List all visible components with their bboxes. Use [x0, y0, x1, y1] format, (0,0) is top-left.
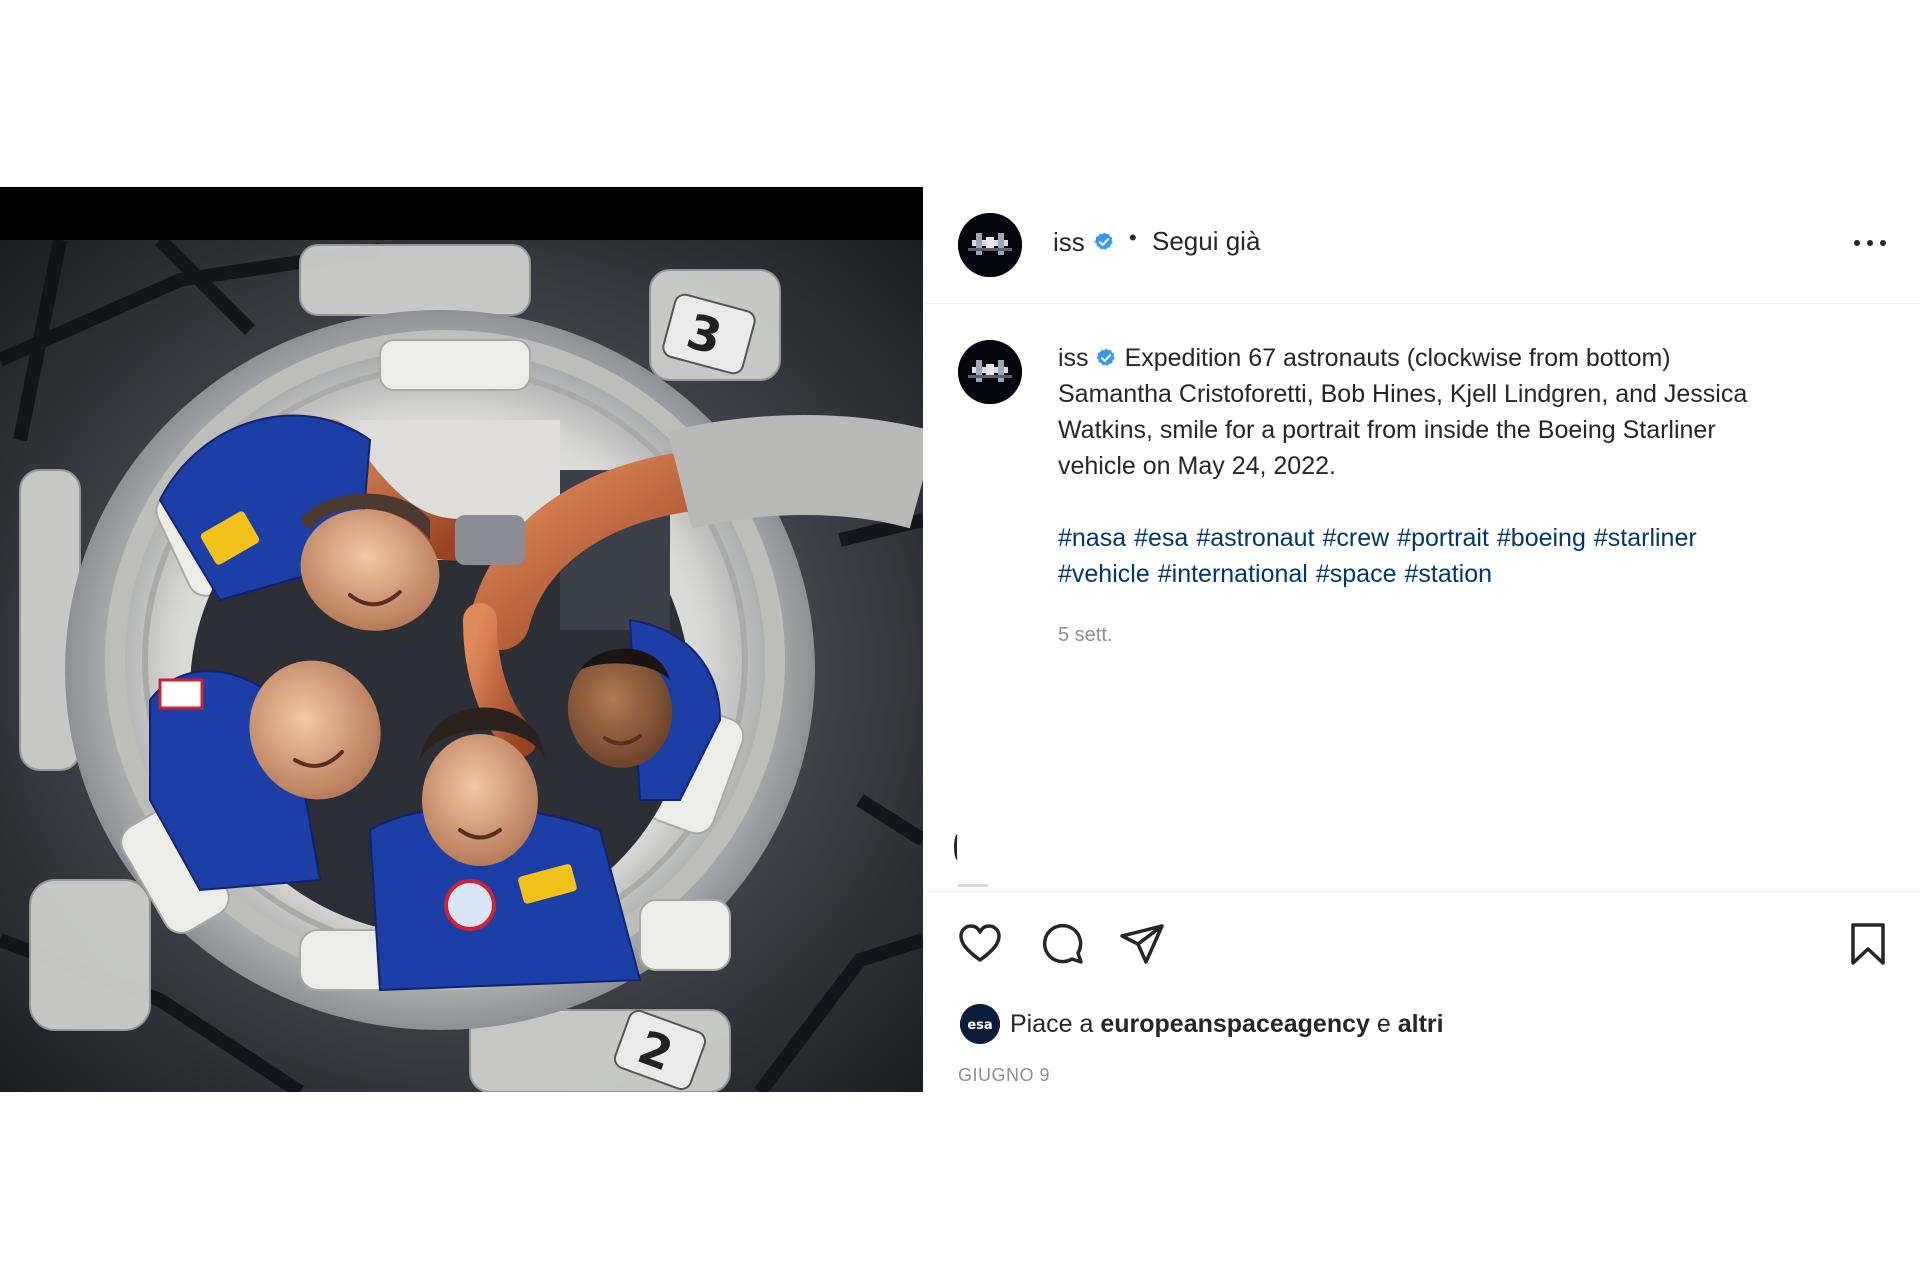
svg-text:esa: esa [967, 1018, 992, 1033]
caption-line: Expedition 67 astronauts (clockwise from… [1124, 344, 1671, 372]
others-link[interactable]: altri [1398, 1010, 1444, 1038]
likes-text: Piace a europeanspaceagency e altri [1010, 1010, 1444, 1038]
caption-area: iss Expedition 67 astronauts (clockwise f… [924, 304, 1920, 891]
esa-logo-icon: esa [960, 1004, 1000, 1044]
image-letterbox [0, 187, 923, 240]
post-header: iss • Segui già [924, 187, 1920, 304]
hashtag-link[interactable]: #boeing [1497, 524, 1586, 552]
hashtag-link[interactable]: #esa [1134, 524, 1188, 552]
hashtag-link[interactable]: #nasa [1058, 524, 1126, 552]
loading-spinner [954, 834, 961, 860]
hashtag-link[interactable]: #crew [1322, 524, 1389, 552]
post-image[interactable]: 3 2 [0, 187, 923, 1092]
bookmark-icon[interactable] [1844, 920, 1892, 968]
caption-line: vehicle on May 24, 2022. [1058, 452, 1336, 480]
caption-line: Watkins, smile for a portrait from insid… [1058, 416, 1716, 444]
hashtag-link[interactable]: #space [1316, 560, 1397, 588]
comment-icon[interactable] [1038, 920, 1086, 968]
share-icon[interactable] [1118, 920, 1166, 968]
astronauts-photo: 3 2 [0, 240, 923, 1092]
hashtag-link[interactable]: #international [1158, 560, 1308, 588]
hashtag-link[interactable]: #starliner [1594, 524, 1697, 552]
following-button[interactable]: Segui già [1152, 226, 1260, 257]
caption-timestamp: 5 sett. [1058, 624, 1113, 646]
caption-avatar[interactable] [958, 340, 1022, 404]
station-logo-icon [958, 213, 1022, 277]
caption-username[interactable]: iss [1058, 344, 1089, 372]
post-details-panel: iss • Segui già iss Expedition 67 astrona… [924, 187, 1920, 1092]
liker-avatar[interactable]: esa [960, 1004, 1000, 1044]
hashtag-link[interactable]: #vehicle [1058, 560, 1150, 588]
post-date: GIUGNO 9 [958, 1065, 1051, 1085]
header-separator: • [1129, 225, 1137, 250]
liker-username[interactable]: europeanspaceagency [1100, 1010, 1370, 1038]
avatar[interactable] [958, 213, 1022, 277]
hashtag-link[interactable]: #astronaut [1196, 524, 1314, 552]
heart-icon[interactable] [956, 920, 1004, 968]
more-icon[interactable] [1850, 231, 1890, 255]
hashtag-row: #vehicle #international #space #station [1058, 556, 1828, 592]
hashtag-link[interactable]: #portrait [1397, 524, 1489, 552]
action-bar [924, 891, 1920, 976]
scroll-indicator [958, 884, 988, 887]
verified-icon [1095, 348, 1115, 366]
station-logo-icon [958, 340, 1022, 404]
header-username[interactable]: iss [1053, 227, 1085, 258]
hashtags: #nasa #esa #astronaut #crew #portrait #boeing… [1058, 520, 1828, 592]
caption-line: Samantha Cristoforetti, Bob Hines, Kjell… [1058, 380, 1748, 408]
hashtag-link[interactable]: #station [1404, 560, 1492, 588]
verified-icon [1094, 232, 1113, 250]
hashtag-row: #nasa #esa #astronaut #crew #portrait #boeing… [1058, 520, 1828, 556]
post-caption: iss Expedition 67 astronauts (clockwise f… [1058, 340, 1828, 592]
